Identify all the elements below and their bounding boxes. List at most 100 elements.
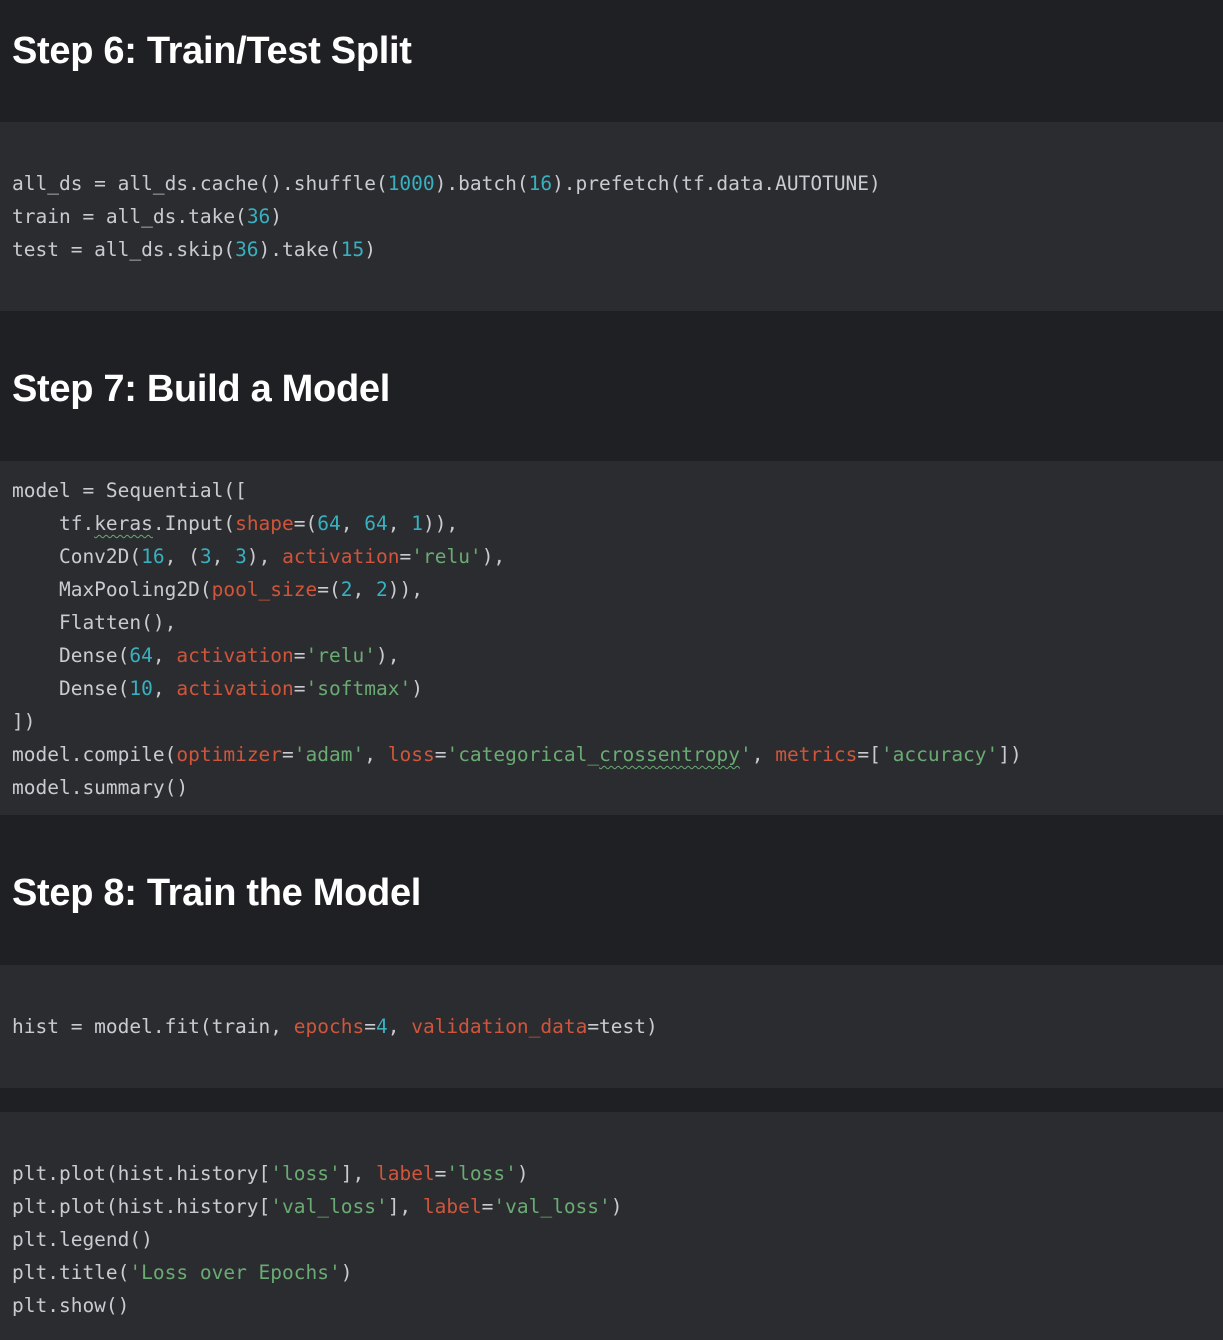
number-token: 4 xyxy=(375,1015,388,1038)
code-line: Flatten(), xyxy=(12,606,1022,639)
code-token: train = all_ds.take( xyxy=(12,205,247,228)
keyword-arg-token: shape xyxy=(235,512,294,535)
code-line: Conv2D(16, (3, 3), activation='relu'), xyxy=(12,540,1022,573)
code-token: = xyxy=(434,743,447,766)
code-token: tf. xyxy=(12,512,95,535)
number-token: 2 xyxy=(375,578,388,601)
keyword-arg-token: pool_size xyxy=(211,578,318,601)
code-cell-build-model[interactable]: model = Sequential([ tf.keras.Input(shap… xyxy=(0,461,1223,815)
code-line: hist = model.fit(train, epochs=4, valida… xyxy=(12,1010,658,1043)
code-token: = xyxy=(282,743,294,766)
code-token: ) xyxy=(411,677,423,700)
code-cell-train-test-split[interactable]: all_ds = all_ds.cache().shuffle(1000).ba… xyxy=(0,122,1223,311)
code-token: test = all_ds.skip( xyxy=(12,238,236,261)
heading-step7: Step 7: Build a Model xyxy=(12,368,390,410)
code-token: Flatten(), xyxy=(12,611,177,634)
code-line: test = all_ds.skip(36).take(15) xyxy=(12,233,881,266)
number-token: 15 xyxy=(340,238,365,261)
code-line: plt.show() xyxy=(12,1289,623,1322)
number-token: 10 xyxy=(129,677,153,700)
keyword-arg-token: loss xyxy=(387,743,435,766)
keyword-arg-token: activation xyxy=(282,545,400,568)
code-token: , xyxy=(211,545,236,568)
code-editor[interactable]: all_ds = all_ds.cache().shuffle(1000).ba… xyxy=(12,167,881,266)
code-token: ) xyxy=(270,205,283,228)
string-token: ' xyxy=(739,743,752,766)
code-token: ).take( xyxy=(258,238,341,261)
code-token: , ( xyxy=(164,545,200,568)
number-token: 36 xyxy=(246,205,271,228)
code-editor[interactable]: plt.plot(hist.history['loss'], label='lo… xyxy=(12,1157,623,1322)
code-token: , xyxy=(152,677,177,700)
string-token: 'Loss over Epochs' xyxy=(129,1261,341,1284)
string-token: 'relu' xyxy=(305,644,376,667)
number-token: 64 xyxy=(129,644,153,667)
string-token: 'softmax' xyxy=(305,677,412,700)
code-token: ), xyxy=(246,545,283,568)
string-token: 'accuracy' xyxy=(880,743,999,766)
code-token: ) xyxy=(610,1195,623,1218)
code-token: , xyxy=(364,743,388,766)
code-token: plt.plot(hist.history[ xyxy=(12,1195,271,1218)
code-token: =[ xyxy=(857,743,881,766)
code-line: train = all_ds.take(36) xyxy=(12,200,881,233)
code-token: , xyxy=(340,512,365,535)
code-token: , xyxy=(152,644,177,667)
code-line: model = Sequential([ xyxy=(12,474,1022,507)
keyword-arg-token: label xyxy=(375,1162,435,1185)
number-token: 3 xyxy=(235,545,247,568)
code-line: plt.plot(hist.history['val_loss'], label… xyxy=(12,1190,623,1223)
code-line: all_ds = all_ds.cache().shuffle(1000).ba… xyxy=(12,167,881,200)
keyword-arg-token: epochs xyxy=(293,1015,365,1038)
code-token: MaxPooling2D( xyxy=(12,578,212,601)
code-token: ).batch( xyxy=(434,172,529,195)
code-line: model.compile(optimizer='adam', loss='ca… xyxy=(12,738,1022,771)
code-line: Dense(64, activation='relu'), xyxy=(12,639,1022,672)
code-token: ) xyxy=(516,1162,529,1185)
code-token: Dense( xyxy=(12,677,130,700)
code-editor[interactable]: hist = model.fit(train, epochs=4, valida… xyxy=(12,1010,658,1043)
code-token: , xyxy=(751,743,776,766)
code-token: = xyxy=(434,1162,447,1185)
code-cell-plot-loss[interactable]: plt.plot(hist.history['loss'], label='lo… xyxy=(0,1112,1223,1340)
string-token: 'val_loss' xyxy=(493,1195,611,1218)
identifier-token: keras xyxy=(94,512,153,535)
code-token: ), xyxy=(375,644,400,667)
number-token: 16 xyxy=(141,545,165,568)
string-token: crossentropy xyxy=(599,743,740,766)
code-token: model.compile( xyxy=(12,743,177,766)
code-token: , xyxy=(387,512,412,535)
code-line: Dense(10, activation='softmax') xyxy=(12,672,1022,705)
code-token: Dense( xyxy=(12,644,130,667)
keyword-arg-token: validation_data xyxy=(411,1015,588,1038)
code-token: = xyxy=(481,1195,494,1218)
code-token: model = Sequential([ xyxy=(12,479,247,502)
string-token: 'loss' xyxy=(446,1162,517,1185)
code-editor[interactable]: model = Sequential([ tf.keras.Input(shap… xyxy=(12,474,1022,804)
keyword-arg-token: optimizer xyxy=(176,743,283,766)
code-token: ) xyxy=(340,1261,353,1284)
code-line: tf.keras.Input(shape=(64, 64, 1)), xyxy=(12,507,1022,540)
code-token: = xyxy=(293,677,306,700)
code-token: ], xyxy=(387,1195,423,1218)
code-cell-train-model[interactable]: hist = model.fit(train, epochs=4, valida… xyxy=(0,965,1223,1088)
code-token: , xyxy=(387,1015,412,1038)
code-token: plt.legend() xyxy=(12,1228,153,1251)
code-token: .Input( xyxy=(152,512,236,535)
code-token: =( xyxy=(293,512,318,535)
heading-step6: Step 6: Train/Test Split xyxy=(12,30,412,72)
string-token: 'loss' xyxy=(270,1162,341,1185)
keyword-arg-token: activation xyxy=(176,644,294,667)
string-token: 'adam' xyxy=(293,743,365,766)
keyword-arg-token: label xyxy=(422,1195,482,1218)
code-token: = xyxy=(293,644,306,667)
code-token: ]) xyxy=(998,743,1022,766)
keyword-arg-token: metrics xyxy=(775,743,858,766)
string-token: 'categorical_ xyxy=(446,743,600,766)
string-token: 'val_loss' xyxy=(270,1195,388,1218)
number-token: 1 xyxy=(411,512,423,535)
code-token: ) xyxy=(364,238,376,261)
code-token: model.summary() xyxy=(12,776,189,799)
keyword-arg-token: activation xyxy=(176,677,294,700)
number-token: 16 xyxy=(528,172,553,195)
